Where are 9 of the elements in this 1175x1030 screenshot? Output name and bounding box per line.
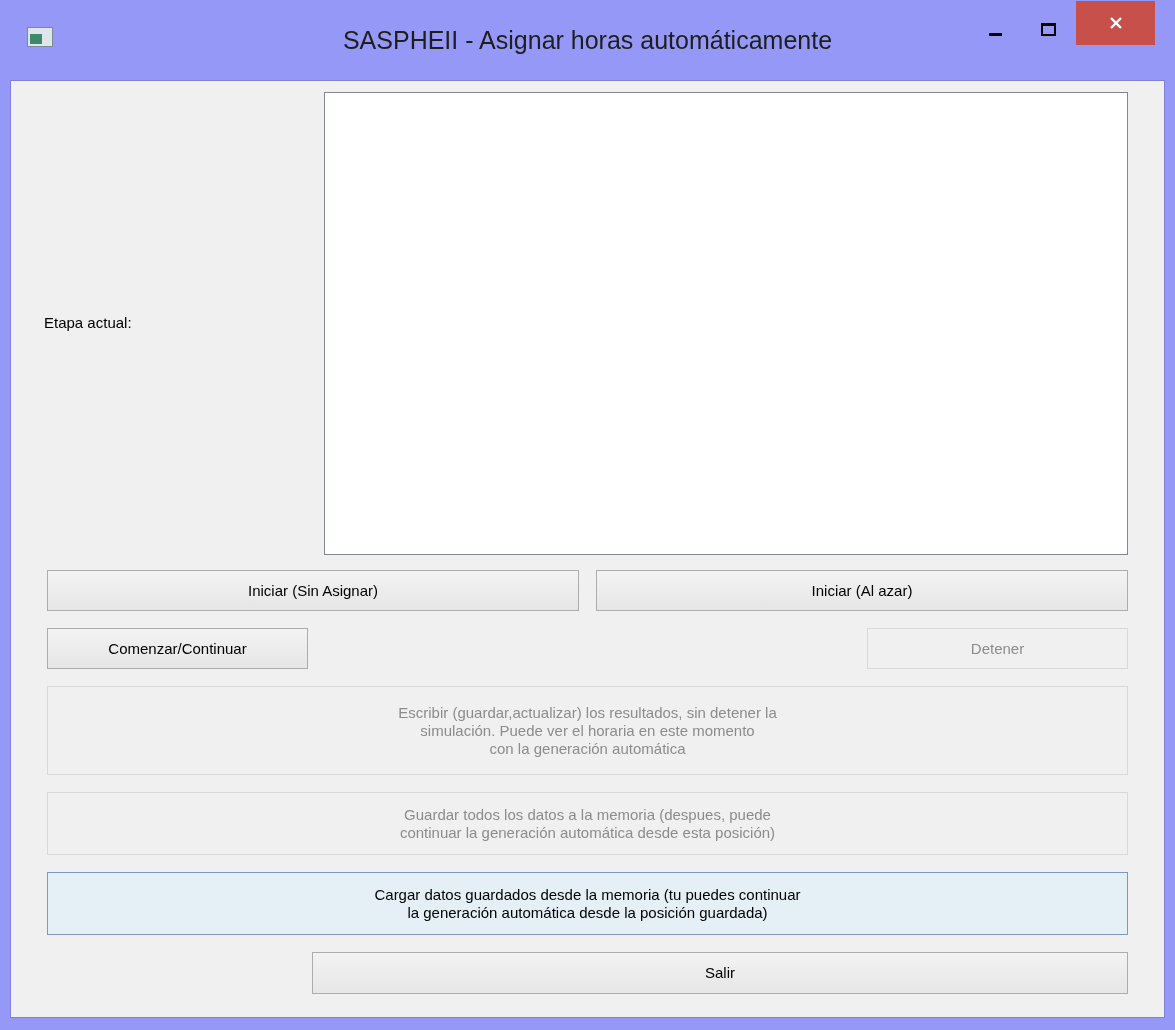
window-title: SASPHEII - Asignar horas automáticamente [341,25,834,56]
close-icon [1108,16,1123,30]
control-button[interactable]: Comenzar/Continuar [47,628,308,669]
stage-label: Etapa actual: [44,313,132,334]
app-icon [27,27,53,47]
exit-button[interactable]: Salir [312,952,1128,994]
action-button[interactable]: Cargar datos guardados desde la memoria (tu puedes continuar la generación automática desde la posición guardada) [47,872,1128,935]
start-button[interactable]: Iniciar (Al azar) [596,570,1128,611]
start-button[interactable]: Iniciar (Sin Asignar) [47,570,579,611]
